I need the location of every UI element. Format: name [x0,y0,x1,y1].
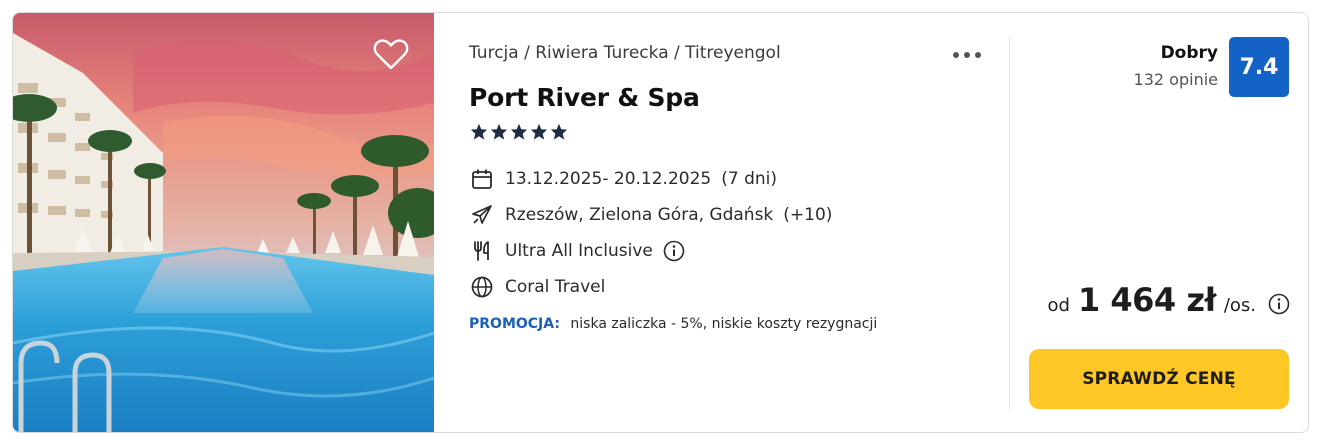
calendar-icon [469,166,495,192]
reviews-count[interactable]: 132 opinie [1134,70,1218,89]
promo-text: niska zaliczka - 5%, niskie koszty rezyg… [570,316,878,332]
offer-info: Turcja / Riwiera Turecka / Titreyengol P… [469,13,1009,432]
dates-row: 13.12.2025- 20.12.2025 (7 dni) [469,166,777,192]
heart-icon [373,39,409,70]
board-text: Ultra All Inclusive [505,241,653,261]
hotel-photo[interactable] [13,13,434,432]
price-amount: 1 464 zł [1077,281,1216,319]
favorite-button[interactable] [371,35,411,73]
price-suffix: /os. [1223,295,1256,316]
dates-text: 13.12.2025- 20.12.2025 [505,169,712,189]
departure-more[interactable]: (+10) [783,205,832,225]
more-dots-icon [953,52,959,58]
star-icon [470,123,488,140]
info-icon[interactable] [1268,293,1290,319]
check-price-button[interactable]: SPRAWDŹ CENĘ [1029,349,1289,409]
hotel-stars [470,123,568,140]
promo-label: PROMOCJA: [469,316,560,332]
cutlery-icon [469,238,495,264]
globe-icon [469,274,495,300]
rating-score-badge: 7.4 [1229,37,1289,97]
price-prefix: od [1047,295,1070,316]
star-icon [530,123,548,140]
star-icon [490,123,508,140]
more-dots-icon [975,52,981,58]
duration-text: (7 dni) [721,169,777,189]
star-icon [550,123,568,140]
operator-text: Coral Travel [505,277,606,297]
hotel-title[interactable]: Port River & Spa [469,83,700,112]
operator-row: Coral Travel [469,274,605,300]
promo-info: PROMOCJA: niska zaliczka - 5%, niskie ko… [469,316,877,332]
more-dots-icon [964,52,970,58]
info-icon[interactable] [663,240,685,262]
price: od 1 464 zł /os. [1048,281,1256,319]
departure-cities: Rzeszów, Zielona Góra, Gdańsk [505,205,774,225]
departure-row: Rzeszów, Zielona Góra, Gdańsk (+10) [469,202,832,228]
board-row: Ultra All Inclusive [469,238,685,264]
offer-card[interactable]: Turcja / Riwiera Turecka / Titreyengol P… [12,12,1309,433]
more-options-button[interactable] [949,45,989,65]
price-panel: Dobry 132 opinie 7.4 od 1 464 zł /os. SP… [1010,13,1308,432]
location-breadcrumb[interactable]: Turcja / Riwiera Turecka / Titreyengol [469,43,781,63]
hotel-photo-image [13,13,434,432]
rating-label: Dobry [1160,43,1218,63]
plane-icon [469,202,495,228]
star-icon [510,123,528,140]
